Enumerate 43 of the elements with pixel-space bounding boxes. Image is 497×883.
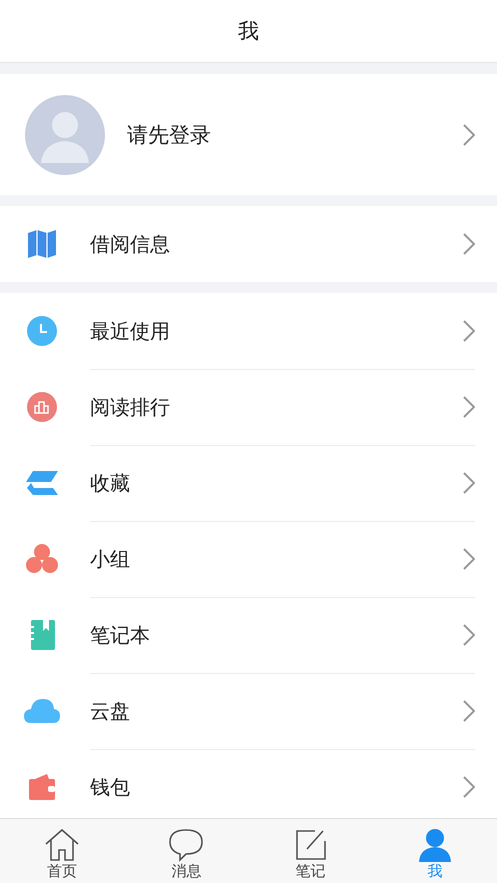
menu-label: 笔记本: [90, 622, 151, 648]
menu-label: 小组: [90, 546, 131, 572]
cloud-icon: [23, 698, 61, 724]
menu-item[interactable]: 借阅信息: [0, 206, 497, 282]
tab[interactable]: 消息: [124, 819, 248, 883]
chevron-icon: [463, 124, 475, 146]
home-icon: [44, 828, 80, 862]
menu-item[interactable]: 收藏: [0, 445, 497, 521]
menu-label: 阅读排行: [90, 394, 171, 420]
menu-item[interactable]: 小组: [0, 521, 497, 597]
chevron-icon: [463, 472, 475, 494]
menu-item[interactable]: 钱包: [0, 749, 497, 818]
chat-bubble-icon: [168, 828, 204, 862]
chevron-icon: [463, 233, 475, 255]
page-title: 我: [238, 18, 259, 45]
chevron-icon: [463, 776, 475, 798]
menu-label: 云盘: [90, 698, 131, 724]
tab[interactable]: 笔记: [248, 819, 373, 883]
chevron-icon: [463, 624, 475, 646]
chevron-icon: [463, 548, 475, 570]
login-prompt: 请先登录: [127, 122, 212, 148]
clock-icon: [26, 315, 58, 347]
menu-item[interactable]: 笔记本: [0, 597, 497, 673]
notebook-icon: [28, 619, 56, 651]
chevron-icon: [463, 320, 475, 342]
menu-label: 借阅信息: [90, 230, 171, 258]
chevron-icon: [463, 396, 475, 418]
avatar-icon: [25, 94, 105, 174]
wallet-icon: [27, 773, 57, 801]
menu-label: 收藏: [90, 470, 131, 496]
menu-item[interactable]: 最近使用: [0, 293, 497, 369]
menu-label: 钱包: [90, 774, 131, 800]
menu-item[interactable]: 阅读排行: [0, 369, 497, 445]
menu-label: 最近使用: [90, 318, 171, 344]
tab[interactable]: 首页: [0, 819, 124, 883]
menu-item[interactable]: 云盘: [0, 673, 497, 749]
chart-icon: [26, 391, 58, 423]
chevron-icon: [463, 700, 475, 722]
group-icon: [26, 544, 58, 574]
book-icon: [27, 229, 57, 259]
person-icon: [416, 828, 453, 862]
login-row[interactable]: 请先登录: [0, 74, 497, 195]
layers-icon: [25, 470, 59, 496]
